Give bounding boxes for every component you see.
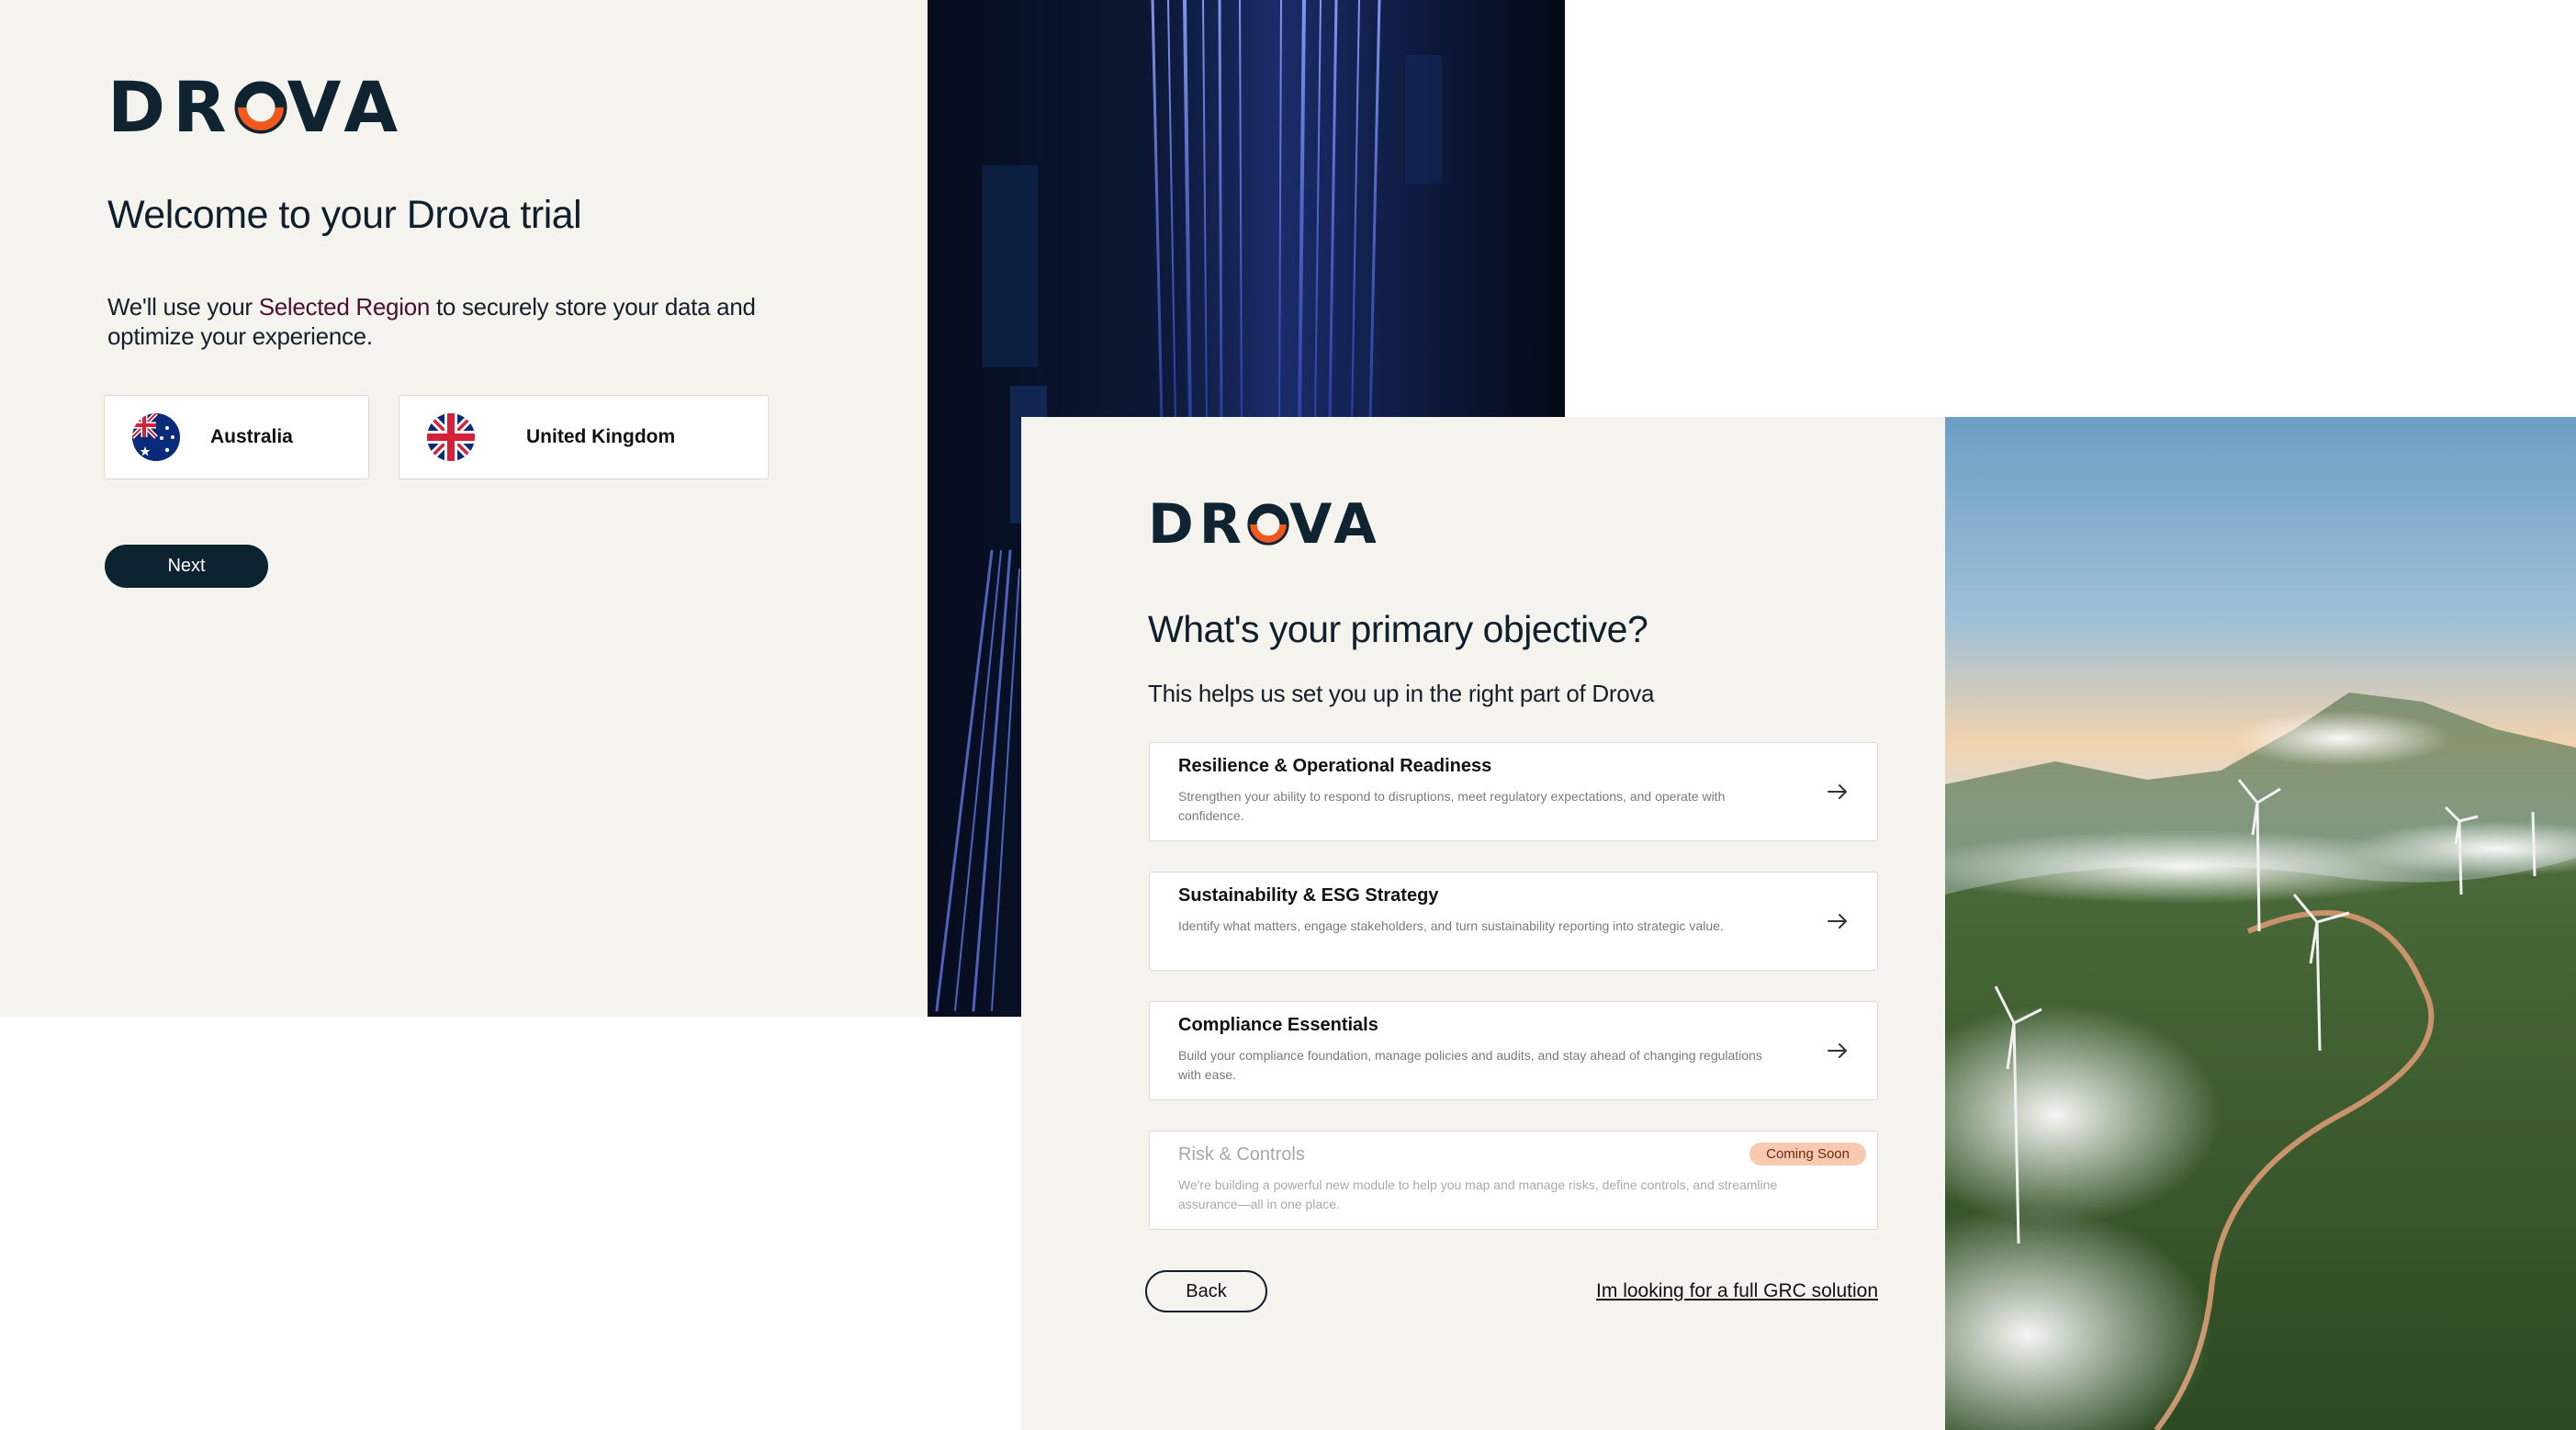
arrow-right-icon — [1828, 1043, 1847, 1058]
region-option-australia[interactable]: Australia — [104, 395, 369, 479]
full-grc-solution-link[interactable]: Im looking for a full GRC solution — [1596, 1280, 1878, 1302]
wind-turbines-landscape-photo — [1945, 417, 2576, 1430]
region-label: United Kingdom — [526, 426, 676, 447]
objective-description: We're building a powerful new module to … — [1178, 1177, 1778, 1211]
region-description: We'll use your Selected Region to secure… — [107, 292, 769, 351]
page-subtitle: This helps us set you up in the right pa… — [1148, 680, 1655, 707]
arrow-right-icon — [1828, 784, 1847, 799]
page-title: Welcome to your Drova trial — [107, 193, 582, 237]
objective-description: Identify what matters, engage stakeholde… — [1178, 918, 1724, 933]
selected-region-text: Selected Region — [258, 293, 431, 321]
objective-option-risk-controls-disabled: Risk & Controls We're building a powerfu… — [1149, 1131, 1878, 1230]
region-option-united-kingdom[interactable]: United Kingdom — [399, 395, 769, 479]
page-title: What's your primary objective? — [1148, 608, 1648, 650]
objective-description: Strengthen your ability to respond to di… — [1178, 789, 1726, 823]
objective-title: Resilience & Operational Readiness — [1178, 756, 1492, 776]
australia-flag-icon — [132, 413, 180, 461]
uk-flag-icon — [427, 413, 475, 461]
description-text: We'll use your — [107, 293, 259, 321]
objective-option-sustainability[interactable]: Sustainability & ESG Strategy Identify w… — [1149, 872, 1878, 971]
back-button[interactable]: Back — [1145, 1270, 1267, 1312]
region-selection-screen: DR VA Welcome to your Drova trial We'll … — [0, 0, 928, 1017]
drova-logo: DR VA — [107, 66, 406, 148]
objective-option-compliance[interactable]: Compliance Essentials Build your complia… — [1149, 1001, 1878, 1100]
arrow-right-icon — [1828, 914, 1847, 929]
coming-soon-badge: Coming Soon — [1749, 1143, 1866, 1165]
objective-title: Compliance Essentials — [1178, 1015, 1378, 1035]
objective-title: Risk & Controls — [1178, 1144, 1305, 1165]
objective-selection-screen: DR VA What's your primary objective? Thi… — [1021, 417, 1945, 1430]
objective-title: Sustainability & ESG Strategy — [1178, 885, 1439, 906]
next-button[interactable]: Next — [105, 545, 268, 588]
objective-description: Build your compliance foundation, manage… — [1178, 1048, 1762, 1082]
region-label: Australia — [210, 426, 293, 447]
logo-o-mark — [234, 81, 287, 134]
drova-logo: DR VA — [1148, 492, 1382, 557]
objective-option-resilience[interactable]: Resilience & Operational Readiness Stren… — [1149, 742, 1878, 841]
logo-o-mark — [1247, 503, 1289, 546]
